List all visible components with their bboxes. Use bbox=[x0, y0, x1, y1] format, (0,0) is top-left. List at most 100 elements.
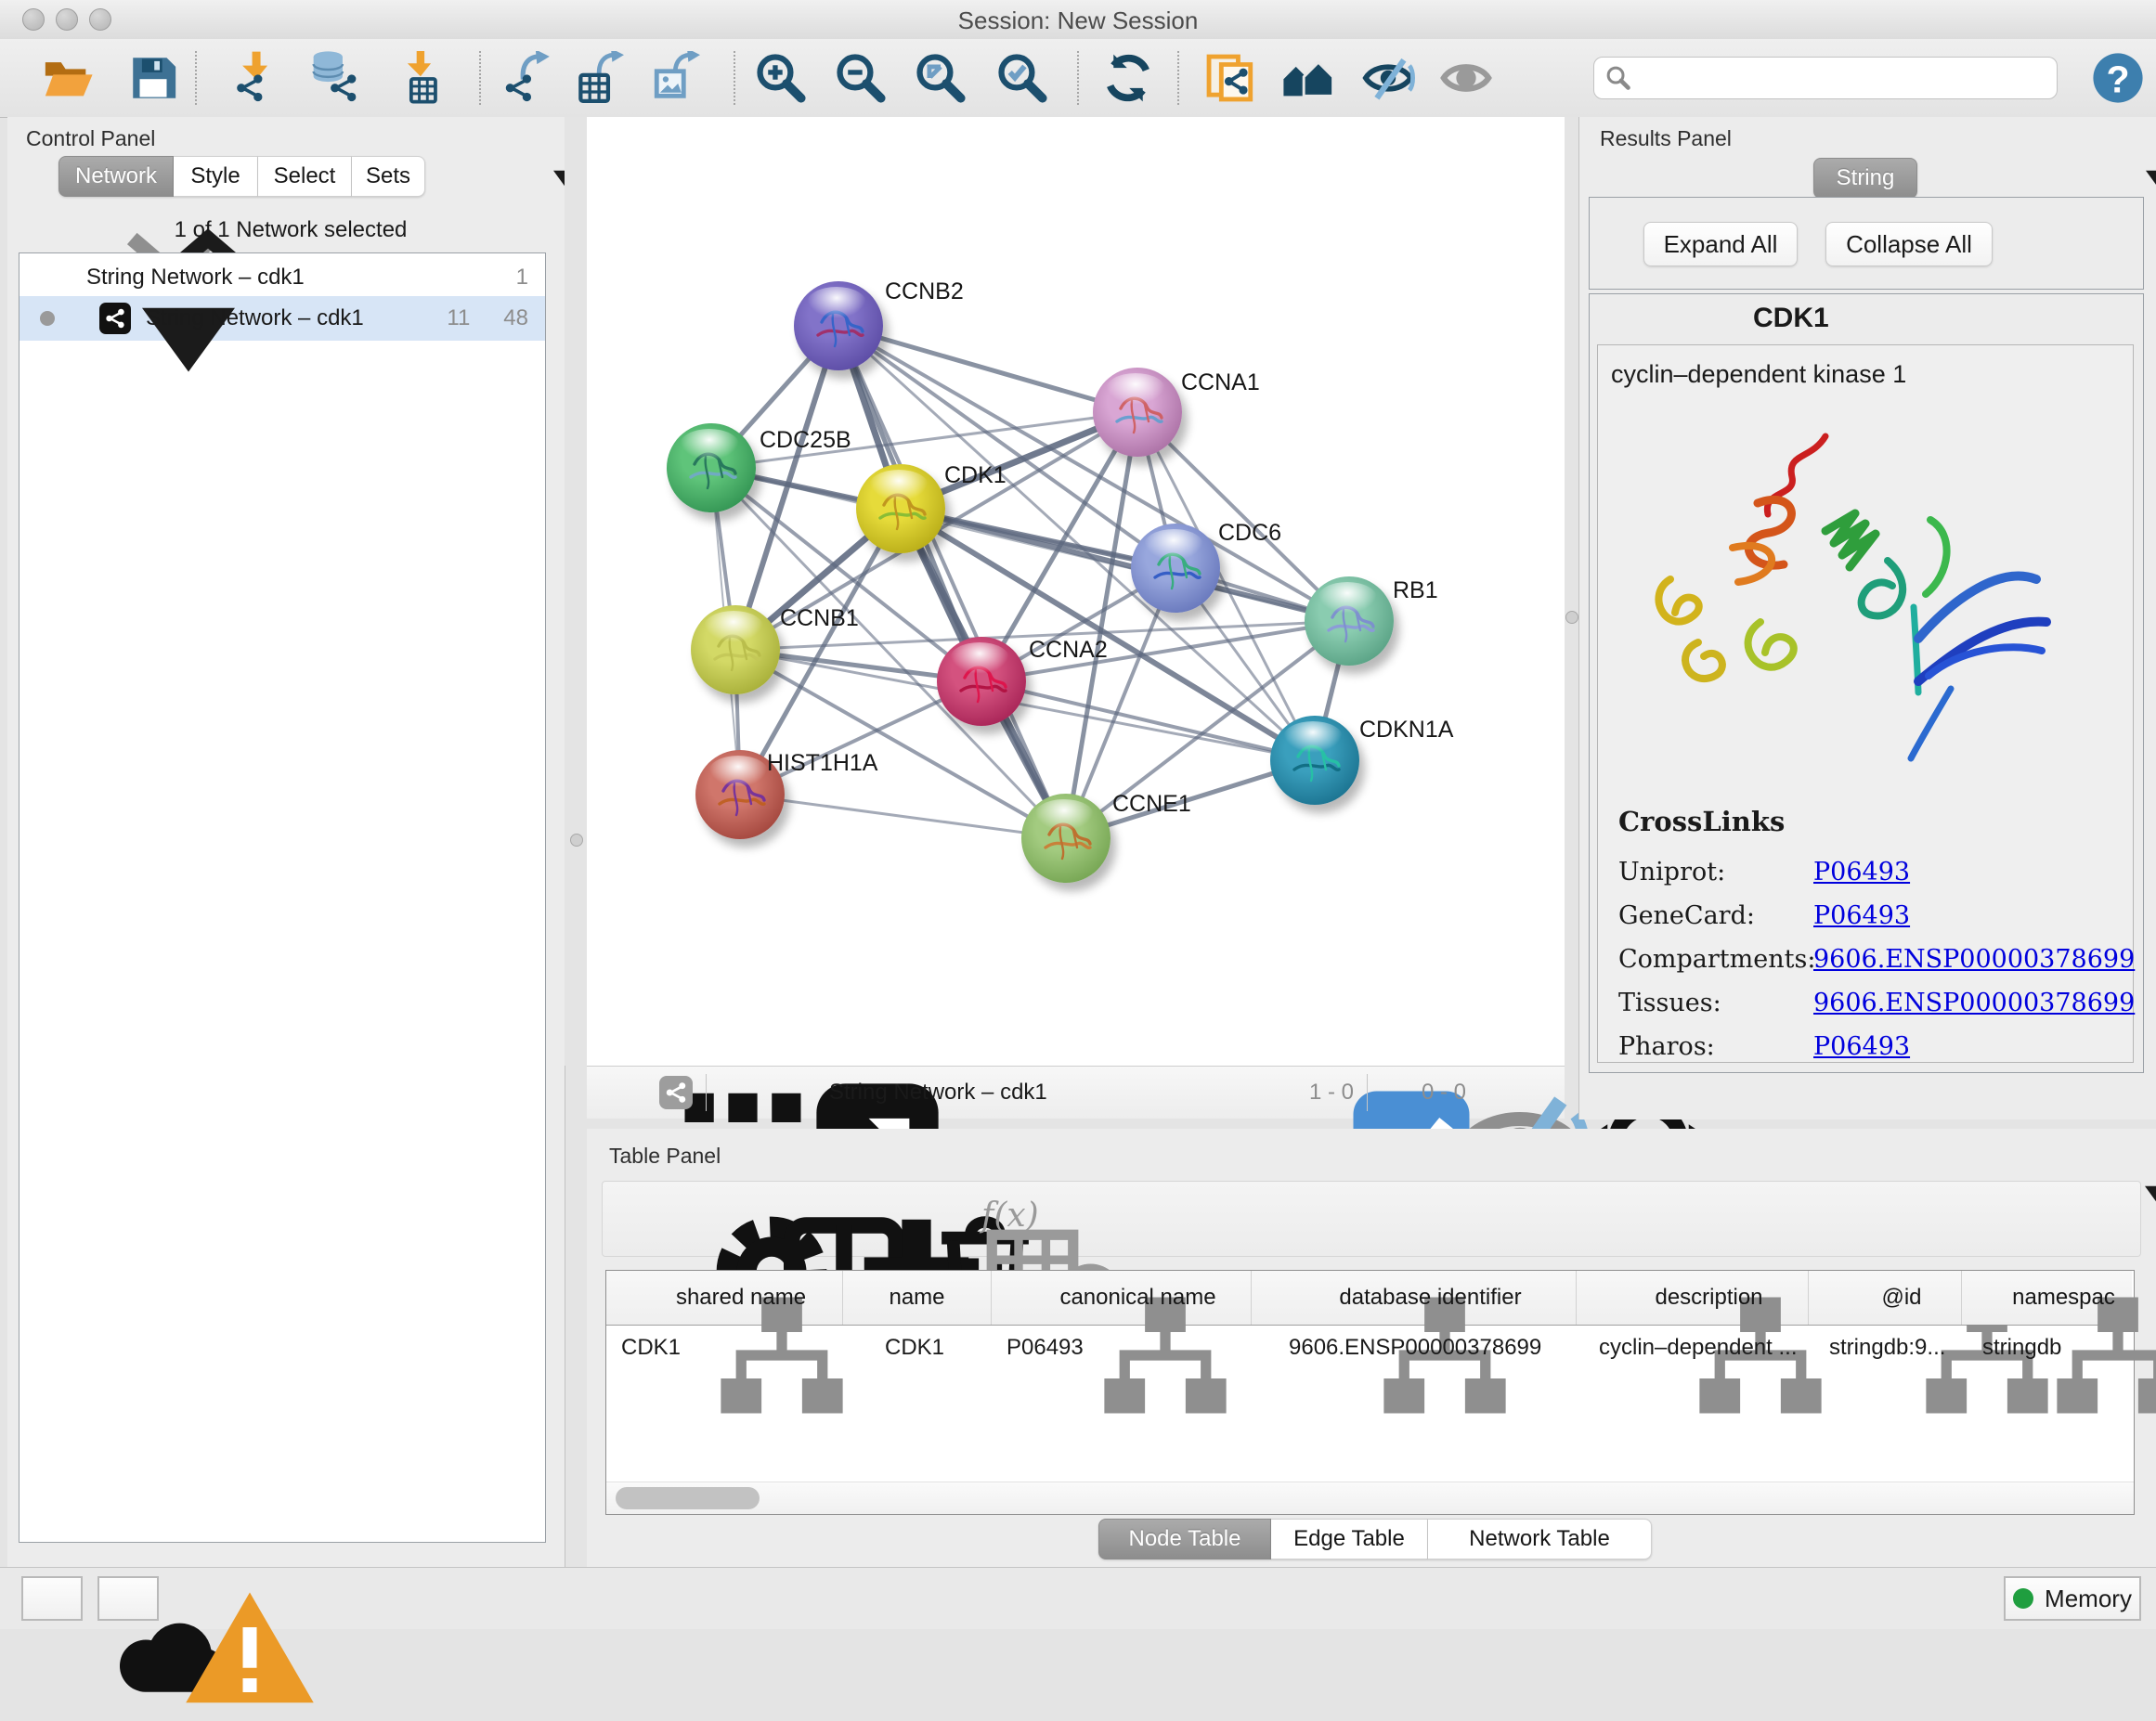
panel-close-icon[interactable] bbox=[2129, 128, 2152, 151]
tab-edge-table[interactable]: Edge Table bbox=[1271, 1519, 1428, 1559]
cell-description[interactable]: cyclin–dependent ... bbox=[1577, 1326, 1809, 1370]
hidden-eye-icon[interactable] bbox=[1381, 1078, 1410, 1107]
crosslink-value[interactable]: 9606.ENSP00000378699 bbox=[1813, 989, 2135, 1017]
import-network-file-icon[interactable] bbox=[228, 51, 282, 105]
zoom-fit-icon[interactable] bbox=[914, 51, 968, 105]
panel-menu-icon[interactable] bbox=[2053, 130, 2075, 152]
column-header[interactable]: @id bbox=[1809, 1271, 1962, 1325]
node-section-header[interactable]: CDK1 bbox=[1590, 294, 2143, 343]
network-node-cdk1[interactable] bbox=[856, 464, 945, 553]
detach-view-icon[interactable] bbox=[738, 1075, 773, 1110]
node-gloss bbox=[869, 470, 929, 501]
crosslink-value[interactable]: P06493 bbox=[1813, 901, 2135, 930]
vertical-splitter-right[interactable] bbox=[1565, 117, 1578, 1119]
network-node-ccne1[interactable] bbox=[1021, 794, 1110, 883]
show-all-eye-icon[interactable] bbox=[1439, 51, 1493, 105]
table-horizontal-scrollbar[interactable] bbox=[606, 1482, 2134, 1514]
splitter-handle[interactable] bbox=[570, 834, 583, 847]
import-table-icon[interactable] bbox=[394, 51, 448, 105]
network-view-canvas[interactable]: CCNB2CCNA1CDC25BCDK1CDC6RB1CCNB1CCNA2CDK… bbox=[587, 117, 1565, 1066]
export-image-icon[interactable] bbox=[650, 51, 704, 105]
birdseye-houses-icon[interactable] bbox=[1281, 51, 1335, 105]
cell-namespace[interactable]: stringdb bbox=[1962, 1326, 2132, 1370]
tab-network-table[interactable]: Network Table bbox=[1428, 1519, 1652, 1559]
panel-float-icon[interactable] bbox=[2096, 128, 2119, 151]
hide-selected-eye-icon[interactable] bbox=[1361, 51, 1415, 105]
add-column-icon[interactable] bbox=[777, 1202, 812, 1237]
network-node-ccna2[interactable] bbox=[937, 637, 1026, 726]
panel-close-icon[interactable] bbox=[2128, 1144, 2151, 1167]
search-input[interactable] bbox=[1631, 64, 2025, 92]
export-table-icon[interactable] bbox=[574, 51, 628, 105]
network-options-gear-icon[interactable] bbox=[516, 214, 548, 245]
share-view-icon[interactable] bbox=[659, 1076, 693, 1109]
tab-sets[interactable]: Sets bbox=[352, 156, 425, 197]
network-node-rb1[interactable] bbox=[1305, 576, 1394, 666]
cell-name[interactable]: CDK1 bbox=[843, 1326, 992, 1370]
tab-style[interactable]: Style bbox=[174, 156, 258, 197]
network-node-ccnb2[interactable] bbox=[794, 281, 883, 370]
zoom-in-icon[interactable] bbox=[754, 51, 808, 105]
table-toolbar: f(x) bbox=[602, 1181, 2141, 1257]
expand-all-networks-icon[interactable] bbox=[69, 215, 97, 243]
network-node-cdkn1a[interactable] bbox=[1270, 716, 1359, 805]
column-header[interactable]: description bbox=[1577, 1271, 1809, 1325]
table-row[interactable]: CDK1 CDK1 P06493 9606.ENSP00000378699 cy… bbox=[606, 1326, 2134, 1370]
network-node-cdc6[interactable] bbox=[1131, 524, 1220, 613]
show-columns-icon[interactable] bbox=[705, 1202, 740, 1237]
panel-close-icon[interactable] bbox=[537, 128, 560, 151]
toolbar-search[interactable] bbox=[1593, 57, 2058, 99]
save-session-icon[interactable] bbox=[126, 51, 180, 105]
cell-id[interactable]: stringdb:9... bbox=[1809, 1326, 1962, 1370]
open-session-icon[interactable] bbox=[41, 51, 95, 105]
collapse-all-networks-icon[interactable] bbox=[33, 215, 61, 243]
cloud-button[interactable] bbox=[21, 1576, 83, 1621]
vertical-splitter-left[interactable] bbox=[565, 117, 587, 1066]
delete-column-trash-icon[interactable] bbox=[846, 1200, 883, 1239]
network-node-cdc25b[interactable] bbox=[667, 423, 756, 512]
collection-collapse-icon[interactable] bbox=[49, 267, 70, 288]
tab-string[interactable]: String bbox=[1813, 158, 1917, 199]
cell-shared-name[interactable]: CDK1 bbox=[606, 1326, 843, 1370]
scrollbar-thumb[interactable] bbox=[616, 1487, 760, 1509]
column-header[interactable]: shared name bbox=[606, 1271, 843, 1325]
expand-all-button[interactable]: Expand All bbox=[1643, 222, 1798, 266]
network-node-ccnb1[interactable] bbox=[691, 605, 780, 694]
first-neighbors-icon[interactable] bbox=[1203, 51, 1257, 105]
cell-canonical-name[interactable]: P06493 bbox=[992, 1326, 1252, 1370]
tab-select[interactable]: Select bbox=[258, 156, 352, 197]
zoom-out-icon[interactable] bbox=[834, 51, 888, 105]
tab-network[interactable]: Network bbox=[58, 156, 174, 197]
column-header[interactable]: canonical name bbox=[992, 1271, 1252, 1325]
zoom-selected-icon[interactable] bbox=[995, 51, 1049, 105]
crosslink-value[interactable]: 9606.ENSP00000378699 bbox=[1813, 945, 2135, 974]
export-network-icon[interactable] bbox=[500, 51, 553, 105]
tab-node-table[interactable]: Node Table bbox=[1098, 1519, 1271, 1559]
network-collection-row[interactable]: String Network – cdk1 1 bbox=[19, 253, 545, 296]
column-header[interactable]: name bbox=[843, 1271, 992, 1325]
table-settings-gear-icon[interactable] bbox=[632, 1202, 668, 1237]
warnings-button[interactable] bbox=[97, 1576, 159, 1621]
help-icon[interactable] bbox=[2091, 51, 2145, 105]
collapse-all-button[interactable]: Collapse All bbox=[1825, 222, 1993, 266]
crosslink-value[interactable]: P06493 bbox=[1813, 1032, 2135, 1061]
refresh-icon[interactable] bbox=[1101, 51, 1155, 105]
main-toolbar bbox=[0, 39, 2156, 118]
import-network-database-icon[interactable] bbox=[306, 51, 360, 105]
selected-checkbox-icon[interactable] bbox=[1272, 1080, 1298, 1106]
panel-menu-icon[interactable] bbox=[461, 130, 483, 152]
splitter-handle[interactable] bbox=[1565, 611, 1578, 624]
panel-menu-icon[interactable] bbox=[2052, 1145, 2074, 1168]
fit-crosshair-icon[interactable] bbox=[1509, 1072, 1550, 1113]
column-header[interactable]: database identifier bbox=[1252, 1271, 1577, 1325]
column-header[interactable]: namespac bbox=[1962, 1271, 2132, 1325]
cell-database-identifier[interactable]: 9606.ENSP00000378699 bbox=[1252, 1326, 1577, 1370]
panel-float-icon[interactable] bbox=[2095, 1144, 2118, 1167]
panel-float-icon[interactable] bbox=[503, 128, 526, 151]
node-title: CDK1 bbox=[1753, 303, 1829, 334]
crosslink-value[interactable]: P06493 bbox=[1813, 858, 2135, 886]
memory-button[interactable]: Memory bbox=[2004, 1576, 2141, 1621]
network-node-ccna1[interactable] bbox=[1093, 368, 1182, 457]
grid-view-icon[interactable] bbox=[604, 1076, 637, 1109]
section-collapse-icon[interactable] bbox=[1671, 308, 1692, 329]
